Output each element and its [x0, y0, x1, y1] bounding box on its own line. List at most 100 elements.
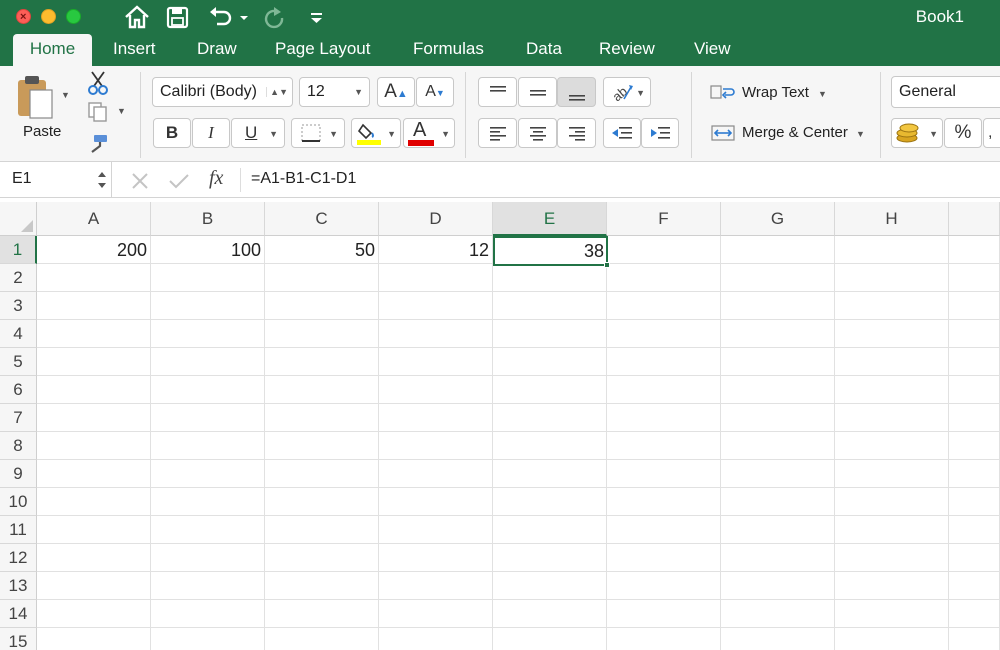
align-middle-button[interactable]: [518, 77, 557, 107]
row-header-7[interactable]: 7: [0, 404, 37, 432]
empty-cell[interactable]: [949, 628, 1000, 650]
empty-cell[interactable]: [949, 376, 1000, 404]
decrease-indent-button[interactable]: [603, 118, 641, 148]
column-header-f[interactable]: F: [607, 202, 721, 236]
empty-cell[interactable]: [949, 292, 1000, 320]
empty-cell[interactable]: [721, 236, 835, 264]
empty-cell[interactable]: [379, 544, 493, 572]
empty-cell[interactable]: [721, 432, 835, 460]
empty-cell[interactable]: [607, 572, 721, 600]
fill-color-button[interactable]: ▼: [351, 118, 401, 148]
empty-cell[interactable]: [835, 404, 949, 432]
empty-cell[interactable]: [493, 544, 607, 572]
empty-cell[interactable]: [379, 460, 493, 488]
row-header-14[interactable]: 14: [0, 600, 37, 628]
row-header-6[interactable]: 6: [0, 376, 37, 404]
empty-cell[interactable]: [265, 432, 379, 460]
worksheet-grid[interactable]: A B C D E F G H 1 2 3 4 5 6 7 8 9 10 11 12 13 14 15 20…: [0, 198, 1000, 650]
paste-dropdown-icon[interactable]: ▼: [61, 90, 70, 100]
cell-d1[interactable]: 12: [379, 236, 493, 264]
borders-button[interactable]: ▼: [291, 118, 345, 148]
undo-icon[interactable]: [207, 4, 235, 30]
align-bottom-button[interactable]: [557, 77, 596, 107]
empty-cell[interactable]: [607, 292, 721, 320]
empty-cell[interactable]: [721, 348, 835, 376]
empty-cell[interactable]: [37, 516, 151, 544]
column-header-i[interactable]: [949, 202, 1000, 236]
tab-insert[interactable]: Insert: [113, 34, 156, 66]
tab-page-layout[interactable]: Page Layout: [275, 34, 370, 66]
name-box-stepper-icon[interactable]: [97, 169, 107, 191]
column-header-e[interactable]: E: [493, 202, 607, 236]
empty-cell[interactable]: [835, 320, 949, 348]
empty-cell[interactable]: [151, 432, 265, 460]
cell-e1-active[interactable]: 38: [493, 236, 608, 266]
tab-data[interactable]: Data: [526, 34, 562, 66]
empty-cell[interactable]: [37, 320, 151, 348]
empty-cell[interactable]: [835, 628, 949, 650]
empty-cell[interactable]: [835, 600, 949, 628]
empty-cell[interactable]: [379, 404, 493, 432]
copy-dropdown-icon[interactable]: ▼: [117, 106, 126, 116]
empty-cell[interactable]: [37, 628, 151, 650]
empty-cell[interactable]: [151, 404, 265, 432]
empty-cell[interactable]: [379, 432, 493, 460]
cell-a1[interactable]: 200: [37, 236, 151, 264]
row-header-11[interactable]: 11: [0, 516, 37, 544]
empty-cell[interactable]: [721, 488, 835, 516]
orientation-button[interactable]: ab ▼: [603, 77, 651, 107]
empty-cell[interactable]: [607, 236, 721, 264]
home-icon[interactable]: [123, 4, 151, 30]
empty-cell[interactable]: [607, 460, 721, 488]
cut-icon[interactable]: [86, 70, 110, 96]
empty-cell[interactable]: [949, 572, 1000, 600]
empty-cell[interactable]: [379, 516, 493, 544]
empty-cell[interactable]: [265, 320, 379, 348]
empty-cell[interactable]: [835, 236, 949, 264]
empty-cell[interactable]: [265, 488, 379, 516]
empty-cell[interactable]: [835, 516, 949, 544]
empty-cell[interactable]: [151, 460, 265, 488]
row-header-15[interactable]: 15: [0, 628, 37, 650]
empty-cell[interactable]: [151, 320, 265, 348]
empty-cell[interactable]: [949, 516, 1000, 544]
empty-cell[interactable]: [949, 348, 1000, 376]
merge-center-button[interactable]: Merge & Center ▼: [708, 121, 868, 145]
empty-cell[interactable]: [835, 348, 949, 376]
align-center-button[interactable]: [518, 118, 557, 148]
redo-icon[interactable]: [260, 4, 288, 30]
empty-cell[interactable]: [151, 516, 265, 544]
empty-cell[interactable]: [607, 404, 721, 432]
empty-cell[interactable]: [151, 376, 265, 404]
empty-cell[interactable]: [721, 544, 835, 572]
empty-cell[interactable]: [721, 460, 835, 488]
empty-cell[interactable]: [949, 236, 1000, 264]
empty-cell[interactable]: [607, 600, 721, 628]
font-name-select[interactable]: Calibri (Body) ▲▼: [152, 77, 293, 107]
empty-cell[interactable]: [151, 600, 265, 628]
empty-cell[interactable]: [493, 404, 607, 432]
font-color-button[interactable]: A ▼: [403, 118, 455, 148]
empty-cell[interactable]: [949, 600, 1000, 628]
empty-cell[interactable]: [379, 572, 493, 600]
empty-cell[interactable]: [835, 488, 949, 516]
empty-cell[interactable]: [835, 460, 949, 488]
empty-cell[interactable]: [835, 544, 949, 572]
row-header-3[interactable]: 3: [0, 292, 37, 320]
empty-cell[interactable]: [721, 404, 835, 432]
underline-button[interactable]: U ▼: [231, 118, 285, 148]
paste-icon[interactable]: [16, 74, 56, 120]
empty-cell[interactable]: [607, 516, 721, 544]
row-header-8[interactable]: 8: [0, 432, 37, 460]
empty-cell[interactable]: [37, 376, 151, 404]
empty-cell[interactable]: [607, 264, 721, 292]
empty-cell[interactable]: [265, 572, 379, 600]
column-header-a[interactable]: A: [37, 202, 151, 236]
align-right-button[interactable]: [557, 118, 596, 148]
empty-cell[interactable]: [265, 460, 379, 488]
empty-cell[interactable]: [949, 404, 1000, 432]
empty-cell[interactable]: [493, 488, 607, 516]
empty-cell[interactable]: [835, 292, 949, 320]
empty-cell[interactable]: [379, 264, 493, 292]
empty-cell[interactable]: [493, 348, 607, 376]
